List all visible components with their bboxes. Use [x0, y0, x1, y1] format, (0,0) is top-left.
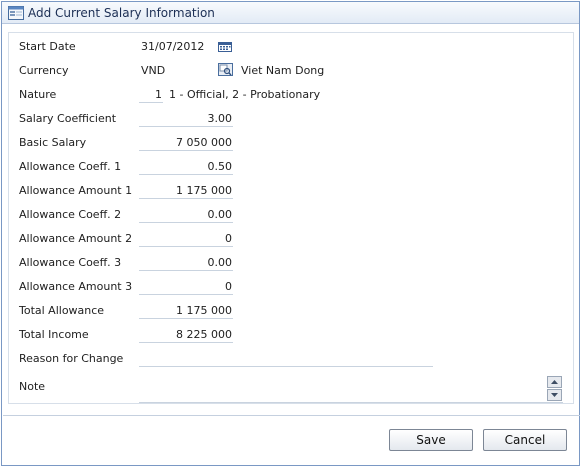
reason-for-change-row: Reason for Change: [9, 349, 569, 369]
currency-input[interactable]: VND: [141, 64, 165, 77]
reason-for-change-input[interactable]: [139, 349, 433, 367]
nature-label: Nature: [19, 88, 57, 101]
allowance-amount-2-input[interactable]: 0: [139, 229, 233, 247]
salary-coefficient-row: Salary Coefficient 3.00: [9, 109, 569, 129]
total-income-row: Total Income 8 225 000: [9, 325, 569, 345]
total-income-label: Total Income: [19, 328, 89, 341]
allowance-amount-3-input[interactable]: 0: [139, 277, 233, 295]
note-row: Note: [9, 375, 569, 403]
dialog-title: Add Current Salary Information: [28, 6, 215, 20]
spin-down-icon[interactable]: [547, 389, 562, 401]
add-salary-dialog: Add Current Salary Information Start Dat…: [1, 1, 580, 466]
reason-for-change-label: Reason for Change: [19, 352, 124, 365]
nature-hint: 1 - Official, 2 - Probationary: [169, 88, 321, 101]
start-date-input[interactable]: 31/07/2012: [141, 40, 204, 53]
allowance-coeff-3-row: Allowance Coeff. 3 0.00: [9, 253, 569, 273]
salary-form: Start Date 31/07/2012 Currency VND Viet …: [8, 32, 574, 404]
currency-description: Viet Nam Dong: [241, 64, 325, 77]
allowance-amount-1-row: Allowance Amount 1 1 175 000: [9, 181, 569, 201]
allowance-coeff-1-input[interactable]: 0.50: [139, 157, 233, 175]
allowance-coeff-1-label: Allowance Coeff. 1: [19, 160, 122, 173]
note-label: Note: [19, 380, 46, 393]
total-allowance-label: Total Allowance: [19, 304, 105, 317]
allowance-coeff-2-row: Allowance Coeff. 2 0.00: [9, 205, 569, 225]
note-input[interactable]: [139, 375, 563, 403]
basic-salary-label: Basic Salary: [19, 136, 87, 149]
allowance-amount-1-input[interactable]: 1 175 000: [139, 181, 233, 199]
salary-coefficient-label: Salary Coefficient: [19, 112, 117, 125]
nature-input[interactable]: 1: [139, 85, 163, 103]
cancel-button[interactable]: Cancel: [483, 429, 567, 451]
save-button[interactable]: Save: [389, 429, 473, 451]
allowance-coeff-3-input[interactable]: 0.00: [139, 253, 233, 271]
start-date-row: Start Date 31/07/2012: [9, 37, 569, 57]
allowance-amount-3-row: Allowance Amount 3 0: [9, 277, 569, 297]
basic-salary-input[interactable]: 7 050 000: [139, 133, 233, 151]
allowance-amount-2-row: Allowance Amount 2 0: [9, 229, 569, 249]
allowance-amount-2-label: Allowance Amount 2: [19, 232, 133, 245]
allowance-coeff-3-label: Allowance Coeff. 3: [19, 256, 122, 269]
title-bar: Add Current Salary Information: [2, 2, 579, 24]
currency-label: Currency: [19, 64, 69, 77]
window-form-icon: [8, 6, 24, 20]
allowance-coeff-1-row: Allowance Coeff. 1 0.50: [9, 157, 569, 177]
basic-salary-row: Basic Salary 7 050 000: [9, 133, 569, 153]
total-income-value: 8 225 000: [139, 325, 233, 343]
allowance-amount-3-label: Allowance Amount 3: [19, 280, 133, 293]
currency-row: Currency VND Viet Nam Dong: [9, 61, 569, 81]
salary-coefficient-input[interactable]: 3.00: [139, 109, 233, 127]
allowance-coeff-2-input[interactable]: 0.00: [139, 205, 233, 223]
allowance-coeff-2-label: Allowance Coeff. 2: [19, 208, 122, 221]
spin-up-icon[interactable]: [547, 376, 562, 388]
nature-row: Nature 1 1 - Official, 2 - Probationary: [9, 85, 569, 105]
footer-divider: [3, 415, 580, 416]
total-allowance-value: 1 175 000: [139, 301, 233, 319]
lookup-icon[interactable]: [218, 63, 233, 76]
allowance-amount-1-label: Allowance Amount 1: [19, 184, 133, 197]
calendar-icon[interactable]: [218, 42, 232, 52]
start-date-label: Start Date: [19, 40, 76, 53]
total-allowance-row: Total Allowance 1 175 000: [9, 301, 569, 321]
